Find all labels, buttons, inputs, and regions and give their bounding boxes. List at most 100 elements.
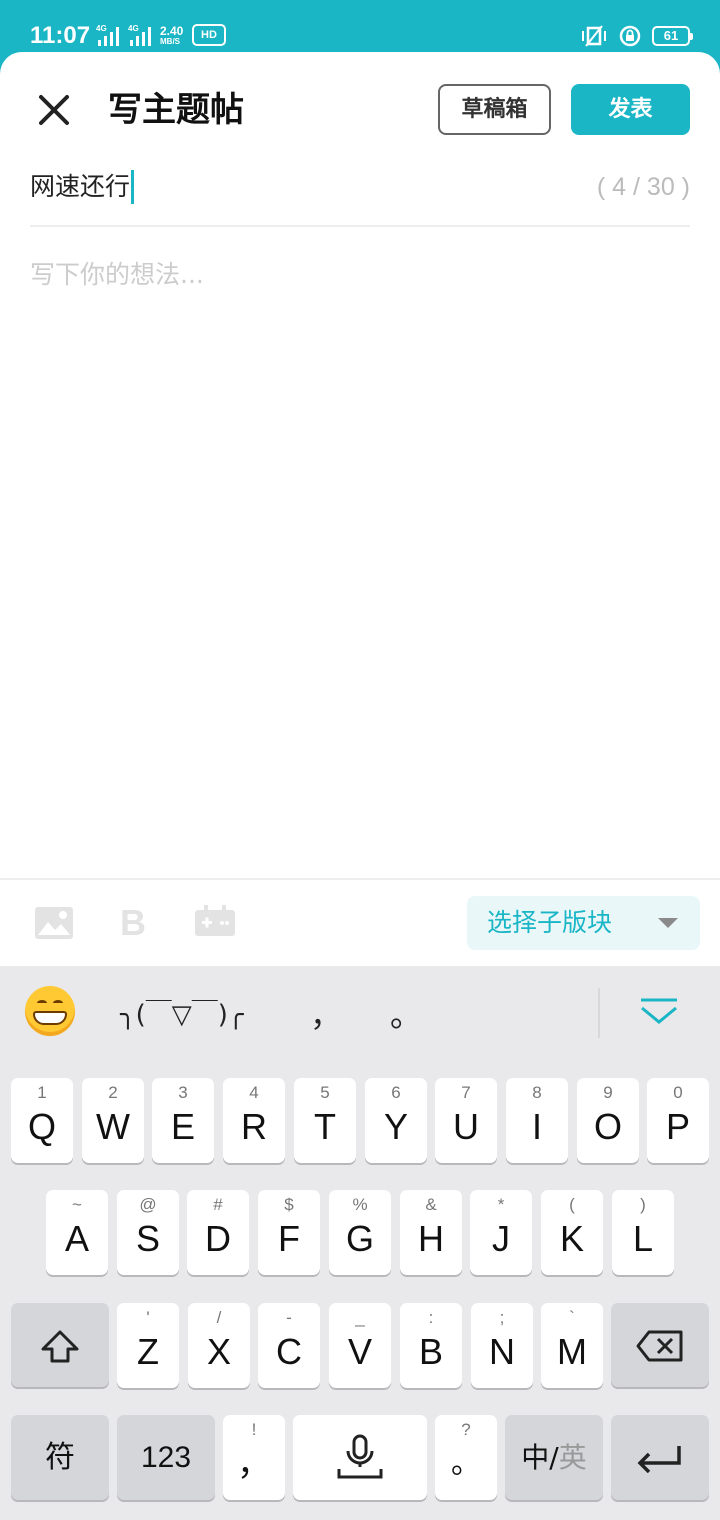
grinning-emoji-icon[interactable] (25, 986, 75, 1036)
key-label: Q (27, 1106, 56, 1147)
key-m[interactable]: ` M (541, 1303, 603, 1388)
key-sub-label: * (497, 1195, 505, 1214)
key-label: C (276, 1331, 302, 1372)
comma-key[interactable]: ! ， (223, 1415, 285, 1500)
soft-keyboard: ╮(￣▽￣)╭ ， 。 1Q2W3E4R5T6Y7U8I9O0P ~ A @ S # D $… (0, 966, 720, 1520)
hide-keyboard-icon[interactable] (638, 996, 680, 1026)
key-label: N (489, 1331, 515, 1372)
key-i[interactable]: 8I (506, 1078, 568, 1163)
key-sub-label: ~ (72, 1195, 82, 1214)
key-r[interactable]: 4R (223, 1078, 285, 1163)
key-label: R (241, 1106, 267, 1147)
key-p[interactable]: 0P (647, 1078, 709, 1163)
key-v[interactable]: _ V (329, 1303, 391, 1388)
key-f[interactable]: $ F (258, 1190, 320, 1275)
key-c[interactable]: -C (258, 1303, 320, 1388)
microphone-icon (337, 1434, 383, 1479)
key-sub-label: - (286, 1308, 292, 1327)
key-j[interactable]: * J (470, 1190, 532, 1275)
key-l[interactable]: ) L (612, 1190, 674, 1275)
language-switch-key[interactable]: 中/英 (505, 1415, 603, 1500)
key-o[interactable]: 9O (577, 1078, 639, 1163)
network-indicators: 4G 4G 2.40 MB/S HD (96, 24, 226, 46)
key-sub-label: / (216, 1308, 222, 1327)
candidate-kaomoji[interactable]: ╮(￣▽￣)╭ (120, 994, 244, 1031)
key-k[interactable]: (K (541, 1190, 603, 1275)
key-z[interactable]: ' Z (117, 1303, 179, 1388)
key-sub-label: 3 (178, 1083, 188, 1102)
numbers-key[interactable]: 123 (117, 1415, 215, 1500)
candidate-period[interactable]: 。 (390, 990, 422, 1036)
key-w[interactable]: 2W (82, 1078, 144, 1163)
space-key[interactable] (293, 1415, 427, 1500)
key-label: P (665, 1106, 690, 1147)
vibrate-icon (582, 25, 606, 47)
key-label: I (531, 1106, 542, 1147)
backspace-key[interactable] (611, 1303, 709, 1387)
network-type-sim2: 4G (128, 24, 139, 33)
key-sub-label: 9 (603, 1083, 613, 1102)
image-icon[interactable] (34, 906, 74, 940)
key-sub-label: @ (139, 1195, 157, 1214)
comma-key-label: ， (237, 1444, 271, 1484)
period-key-label: 。 (451, 1446, 481, 1481)
key-sub-label: : (428, 1308, 434, 1327)
language-switch-label: 中/英 (505, 1415, 603, 1501)
period-key[interactable]: ? 。 (435, 1415, 497, 1500)
key-sub-label: 7 (461, 1083, 471, 1102)
close-icon[interactable] (34, 90, 74, 130)
key-sub-label: & (425, 1195, 437, 1214)
key-sub-label: 8 (532, 1083, 542, 1102)
key-label: Z (137, 1331, 159, 1372)
numbers-key-label: 123 (140, 1441, 192, 1474)
key-label: G (345, 1218, 374, 1259)
rotation-lock-icon (619, 25, 641, 47)
key-label: B (418, 1331, 443, 1372)
subforum-select-label: 选择子版块 (487, 908, 613, 937)
key-e[interactable]: 3E (152, 1078, 214, 1163)
symbols-key-label: 符 (45, 1440, 75, 1475)
key-sub-label: % (352, 1195, 368, 1214)
key-u[interactable]: 7U (435, 1078, 497, 1163)
status-time: 11:07 (30, 22, 91, 49)
key-n[interactable]: ; N (471, 1303, 533, 1388)
key-b[interactable]: :B (400, 1303, 462, 1388)
key-sub-label: ` (569, 1308, 575, 1327)
key-g[interactable]: % G (329, 1190, 391, 1275)
key-label: S (135, 1218, 160, 1259)
enter-icon (637, 1446, 681, 1473)
key-sub-label: 0 (673, 1083, 683, 1102)
key-y[interactable]: 6Y (365, 1078, 427, 1163)
key-t[interactable]: 5T (294, 1078, 356, 1163)
key-label: M (557, 1331, 587, 1372)
key-h[interactable]: & H (400, 1190, 462, 1275)
bold-icon[interactable]: B (120, 902, 146, 944)
signal-icon-sim2: 4G (128, 24, 158, 46)
candidate-bar: ╮(￣▽￣)╭ ， 。 (0, 966, 720, 1056)
key-d[interactable]: # D (187, 1190, 249, 1275)
enter-key[interactable] (611, 1415, 709, 1500)
candidate-comma[interactable]: ， (310, 990, 342, 1036)
key-q[interactable]: 1Q (11, 1078, 73, 1163)
post-title-input[interactable]: 网速还行 (30, 170, 135, 204)
key-sub-label: 5 (320, 1083, 330, 1102)
key-a[interactable]: ~ A (46, 1190, 108, 1275)
key-label: U (453, 1106, 479, 1147)
gamepad-icon[interactable] (194, 904, 236, 938)
title-char-counter: ( 4 / 30 ) (596, 173, 690, 201)
key-s[interactable]: @ S (117, 1190, 179, 1275)
symbols-key[interactable]: 符 (11, 1415, 109, 1500)
key-sub-label: 1 (37, 1083, 47, 1102)
post-body-input[interactable]: 写下你的想法... (30, 258, 204, 292)
drafts-button[interactable]: 草稿箱 (438, 84, 551, 135)
key-label: E (170, 1106, 195, 1147)
key-sub-label: 4 (249, 1083, 259, 1102)
publish-button[interactable]: 发表 (571, 84, 690, 135)
signal-icon-sim1: 4G (96, 24, 126, 46)
shift-key[interactable] (11, 1303, 109, 1387)
subforum-select[interactable]: 选择子版块 (467, 896, 700, 950)
key-label: H (418, 1218, 444, 1259)
key-x[interactable]: / X (188, 1303, 250, 1388)
shift-icon (41, 1330, 79, 1363)
network-speed-unit: MB/S (160, 37, 180, 46)
